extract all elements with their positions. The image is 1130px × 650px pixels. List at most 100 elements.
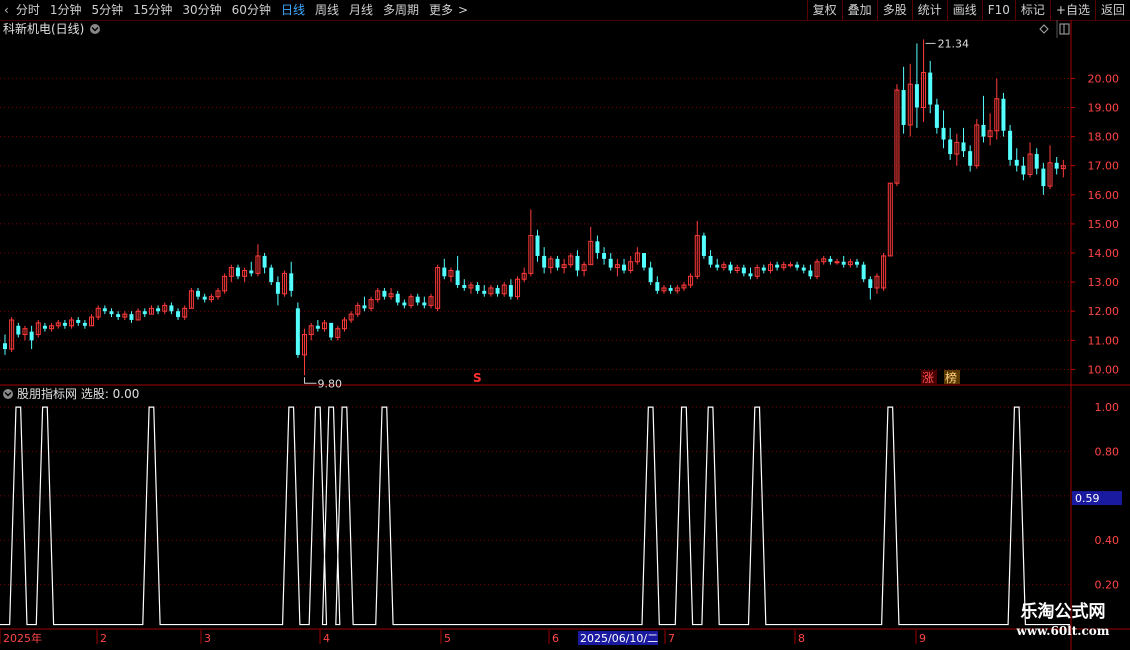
candle-body — [941, 127, 946, 140]
candle-body — [1021, 165, 1026, 175]
candle-body — [961, 142, 966, 152]
period-tab-0[interactable]: 分时 — [11, 0, 45, 20]
candle-body — [142, 311, 147, 315]
candle-body — [275, 282, 280, 294]
candle-body — [82, 322, 87, 326]
candle-body — [741, 267, 746, 274]
candle-body — [934, 104, 939, 128]
period-tab-3[interactable]: 15分钟 — [128, 0, 177, 20]
date-label: 9 — [919, 632, 926, 645]
scroll-left-arrow-icon[interactable]: ‹ — [0, 0, 11, 20]
candle-body — [575, 255, 580, 271]
candle-body — [787, 264, 793, 267]
site-watermark: 乐淘公式网 www.60lt.com — [998, 601, 1128, 645]
candle-body — [655, 282, 660, 291]
period-tab-4[interactable]: 30分钟 — [177, 0, 226, 20]
candle-body — [382, 290, 387, 297]
candle-body — [29, 331, 34, 341]
function-buttons: 复权 叠加 多股 统计 画线 F10 标记 +自选 返回 — [806, 0, 1130, 20]
toolbar-button-8[interactable]: 返回 — [1094, 0, 1130, 20]
toolbar-button-0[interactable]: 复权 — [806, 0, 842, 20]
date-label: 4 — [323, 632, 330, 645]
price-tick-label: 19.00 — [1088, 101, 1120, 114]
toolbar-button-7[interactable]: +自选 — [1049, 0, 1095, 20]
candle-body — [555, 258, 560, 268]
candle-body — [329, 322, 334, 338]
period-toolbar: ‹ 分时 1分钟 5分钟 15分钟 30分钟 60分钟 日线 周线 月线 多周期 更多 > 复权 叠加 多股… — [0, 0, 1130, 21]
candle-body — [269, 267, 274, 283]
period-tab-6[interactable]: 日线 — [276, 0, 310, 20]
date-label: 5 — [444, 632, 451, 645]
period-tab-8[interactable]: 月线 — [344, 0, 378, 20]
list-marker: 榜 — [945, 370, 957, 385]
indicator-series — [0, 406, 1070, 626]
candle-body — [795, 264, 800, 268]
candle-body — [981, 124, 986, 137]
candle-body — [622, 264, 627, 271]
candle-body — [808, 270, 813, 277]
watermark-title: 乐淘公式网 — [1020, 602, 1106, 622]
candle-body — [968, 151, 973, 166]
date-label: 3 — [204, 632, 211, 645]
candle-body — [1041, 168, 1046, 187]
toolbar-button-4[interactable]: 画线 — [946, 0, 982, 20]
indicator-tick-label: 0.40 — [1095, 534, 1120, 547]
candle-body — [535, 235, 540, 256]
price-tick-label: 17.00 — [1088, 160, 1120, 173]
candle-body — [295, 308, 300, 355]
period-tab-5[interactable]: 60分钟 — [227, 0, 276, 20]
low-pointer-line — [304, 377, 317, 384]
candle-body — [62, 322, 67, 326]
candle-body — [928, 72, 933, 105]
chart-labels: 21.349.80 S 涨榜科新机电(日线)股朋指标网 选股: 0.000.5920… — [0, 21, 1122, 645]
date-label: 2 — [100, 632, 107, 645]
price-tick-label: 18.00 — [1088, 131, 1120, 144]
price-tick-label: 14.00 — [1088, 247, 1120, 260]
toolbar-button-3[interactable]: 统计 — [911, 0, 947, 20]
candle-body — [395, 293, 400, 303]
candle-body — [701, 235, 706, 256]
toolbar-button-2[interactable]: 多股 — [876, 0, 912, 20]
candle-body — [3, 343, 7, 350]
candle-body — [1054, 162, 1059, 169]
candle-body — [602, 253, 607, 259]
price-tick-label: 20.00 — [1088, 72, 1120, 85]
candle-body — [508, 285, 513, 297]
candle-body — [116, 314, 121, 318]
candle-body — [1008, 130, 1013, 160]
period-tab-1[interactable]: 1分钟 — [45, 0, 87, 20]
candle-body — [495, 287, 500, 294]
price-tick-label: 11.00 — [1088, 334, 1120, 347]
period-tab-2[interactable]: 5分钟 — [86, 0, 128, 20]
indicator-tick-label: 0.20 — [1095, 579, 1120, 592]
period-tab-7[interactable]: 周线 — [310, 0, 344, 20]
toolbar-button-5[interactable]: F10 — [981, 0, 1015, 20]
indicator-dropdown-icon — [3, 389, 13, 399]
candle-body — [595, 241, 600, 254]
candle-body — [828, 258, 833, 262]
watermark-url: www.60lt.com — [1016, 624, 1110, 638]
price-tick-label: 10.00 — [1088, 363, 1120, 376]
stock-title: 科新机电(日线) — [3, 21, 84, 36]
price-tick-label: 15.00 — [1088, 218, 1120, 231]
candle-body — [442, 267, 447, 277]
candle-body — [362, 305, 367, 309]
candle-body — [262, 255, 267, 268]
candle-body — [249, 270, 254, 274]
date-label: 6 — [552, 632, 559, 645]
candle-body — [475, 285, 480, 291]
candle-body — [169, 305, 174, 312]
indicator-title: 股朋指标网 选股: 0.00 — [17, 386, 139, 401]
candle-body — [76, 319, 81, 323]
more-arrow-icon[interactable]: > — [458, 0, 473, 20]
diamond-icon — [1039, 24, 1049, 34]
period-tab-9[interactable]: 多周期 — [378, 0, 424, 20]
candle-body — [422, 302, 427, 306]
candle-body — [1001, 98, 1006, 131]
toolbar-button-1[interactable]: 叠加 — [841, 0, 877, 20]
candle-body — [761, 267, 766, 271]
candle-body — [608, 258, 613, 268]
period-tab-10[interactable]: 更多 — [424, 0, 458, 20]
toolbar-button-6[interactable]: 标记 — [1014, 0, 1050, 20]
low-price-label: 9.80 — [318, 377, 343, 390]
